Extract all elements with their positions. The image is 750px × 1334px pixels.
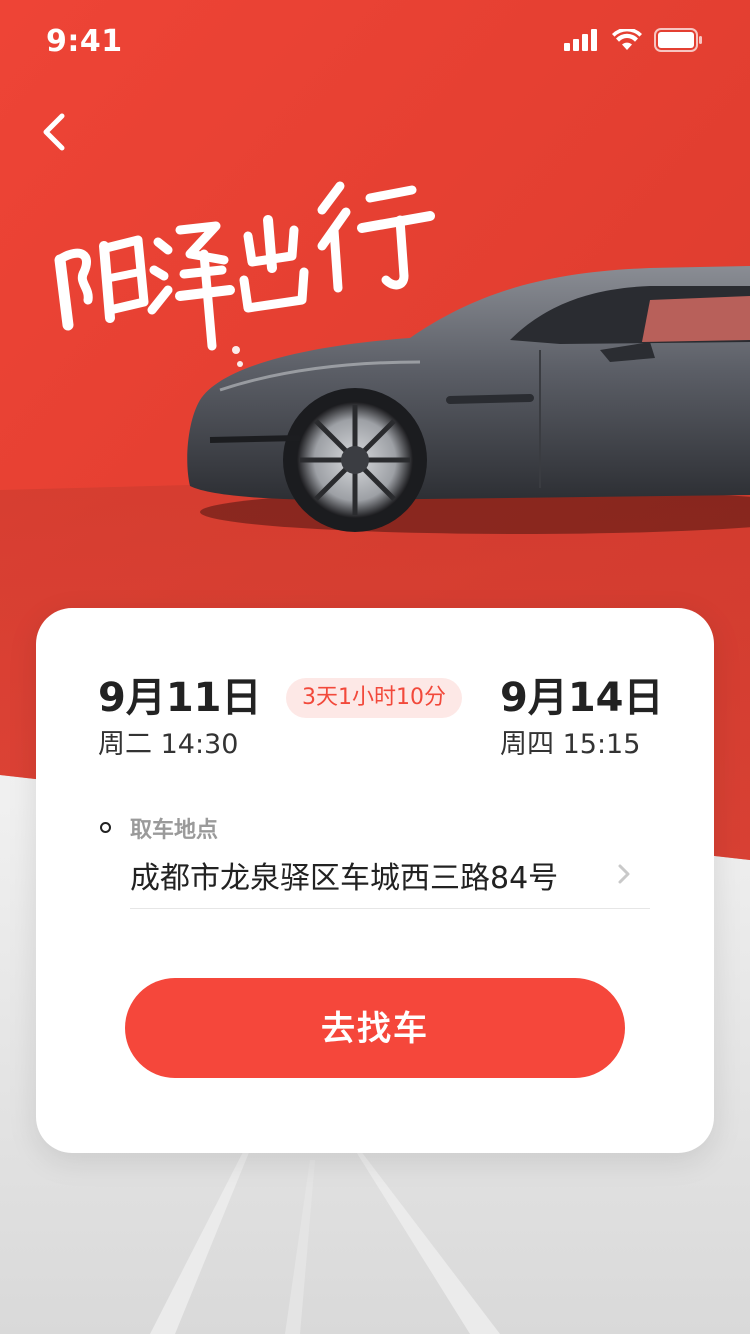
signal-icon [564,29,597,51]
status-time: 9:41 [46,24,123,59]
return-date-block[interactable]: 9月14日 周四 15:15 [500,674,664,762]
chevron-right-icon[interactable] [614,860,634,888]
car-illustration [187,266,750,534]
divider [130,908,650,909]
find-car-button[interactable]: 去找车 [125,978,625,1078]
pickup-date-block[interactable]: 9月11日 周二 14:30 [98,674,262,762]
pickup-date: 9月11日 [98,675,262,721]
pickup-address-field[interactable]: 成都市龙泉驿区车城西三路84号 [130,853,558,897]
wifi-icon [612,29,642,50]
return-date: 9月14日 [500,675,664,721]
pickup-time: 周二 14:30 [98,729,239,760]
duration-badge: 3天1小时10分 [286,678,462,718]
status-bar: 9:41 [0,0,750,88]
status-icons [564,28,702,52]
pickup-location-label: 取车地点 [130,818,219,843]
booking-card: 9月11日 周二 14:30 3天1小时10分 9月14日 周四 15:15 取… [36,608,714,1153]
battery-icon [654,28,702,52]
back-button[interactable] [30,108,78,156]
chevron-left-icon [43,113,65,151]
return-time: 周四 15:15 [500,729,641,760]
location-dot-icon [100,822,111,833]
